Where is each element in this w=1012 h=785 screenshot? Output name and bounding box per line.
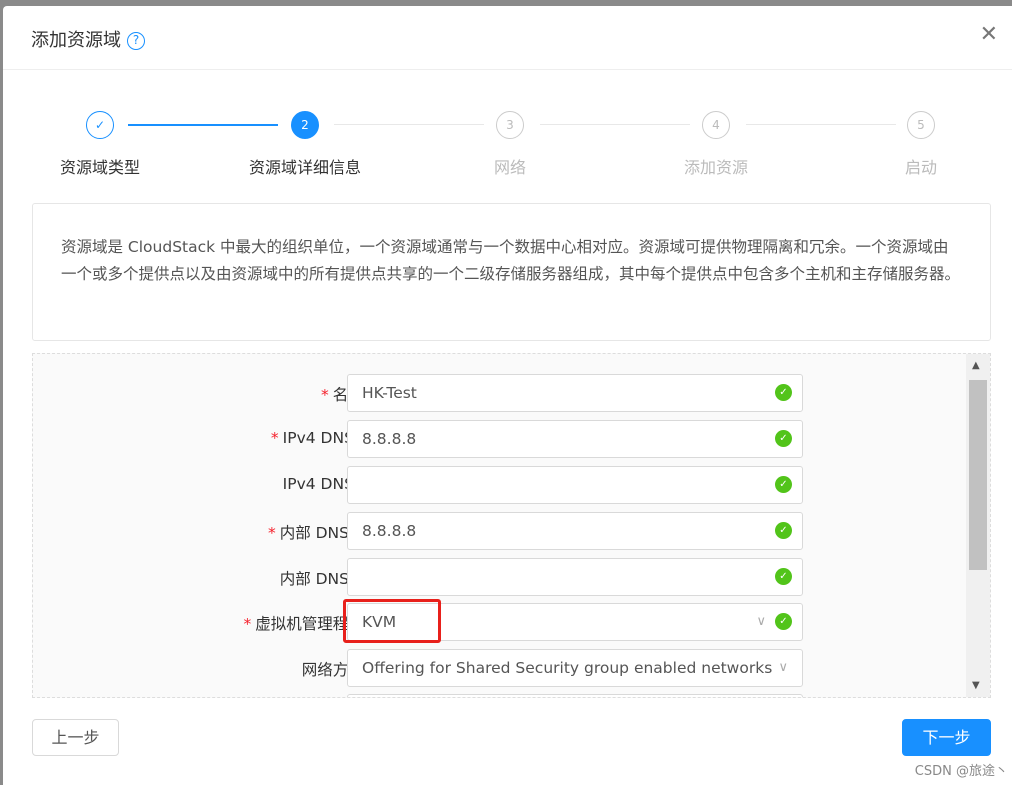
required-mark: * [321, 386, 329, 404]
step-1-label: 资源域类型 [59, 158, 140, 177]
scrollbar-thumb[interactable] [969, 380, 987, 570]
step-5-indicator: 5 [907, 111, 935, 139]
dialog-header: 添加资源域? ✕ [3, 6, 1012, 70]
chevron-down-icon: ∨ [778, 660, 788, 675]
step-connector [128, 124, 278, 126]
zone-details-form: *名称: HK-Test ✓ *IPv4 DNS1: 8.8.8.8 ✓ IPv… [32, 353, 991, 698]
step-3-label: 网络 [493, 158, 526, 177]
step-2-indicator: 2 [291, 111, 319, 139]
step-4-label: 添加资源 [683, 158, 748, 177]
scroll-down-icon[interactable]: ▼ [972, 680, 980, 691]
required-mark: * [270, 429, 279, 447]
add-zone-dialog: 添加资源域? ✕ ✓ 2 3 4 5 资源域类型 资源域详细信息 网络 添加资源… [3, 6, 1012, 785]
step-connector [540, 124, 690, 125]
next-step-button[interactable]: 下一步 [902, 719, 991, 756]
chevron-down-icon: ∨ [756, 614, 766, 629]
step-2-label: 资源域详细信息 [248, 158, 361, 177]
network-offering-value: Offering for Shared Security group enabl… [362, 659, 773, 677]
ipv4-dns1-input[interactable]: 8.8.8.8 [347, 420, 803, 458]
scroll-up-icon[interactable]: ▲ [972, 360, 980, 371]
valid-check-icon: ✓ [775, 384, 792, 401]
prev-step-button[interactable]: 上一步 [32, 719, 119, 756]
dialog-title: 添加资源域? [31, 26, 145, 52]
question-circle-icon[interactable]: ? [127, 32, 145, 50]
step-3-indicator: 3 [496, 111, 524, 139]
form-row-hypervisor: * 虚拟机管理程序: KVM ∨ ✓ [33, 599, 833, 643]
valid-check-icon: ✓ [775, 522, 792, 539]
name-input[interactable]: HK-Test [347, 374, 803, 412]
network-offering-select[interactable]: Offering for Shared Security group enabl… [347, 649, 803, 687]
form-row-next [33, 694, 833, 697]
form-row-name: *名称: HK-Test ✓ [33, 374, 833, 412]
close-icon[interactable]: ✕ [980, 22, 998, 47]
form-row-internal-dns1: * 内部 DNS 1: 8.8.8.8 ✓ [33, 512, 833, 550]
form-row-ipv4-dns1: * IPv4 DNS1: 8.8.8.8 ✓ [33, 420, 833, 458]
valid-check-icon: ✓ [775, 568, 792, 585]
form-row-ipv4-dns2: IPv4 DNS2: ✓ [33, 466, 833, 504]
step-1-check-icon: ✓ [86, 111, 114, 139]
valid-check-icon: ✓ [775, 430, 792, 447]
valid-check-icon: ✓ [775, 613, 792, 630]
ipv4-dns2-input[interactable] [347, 466, 803, 504]
step-connector [746, 124, 896, 125]
required-mark: * [267, 524, 276, 542]
form-row-internal-dns2: 内部 DNS 2: ✓ [33, 558, 833, 596]
watermark: CSDN @旅途丶 [914, 764, 1008, 779]
valid-check-icon: ✓ [775, 476, 792, 493]
zone-description: 资源域是 CloudStack 中最大的组织单位，一个资源域通常与一个数据中心相… [32, 203, 991, 341]
internal-dns1-input[interactable]: 8.8.8.8 [347, 512, 803, 550]
form-row-network-offering: 网络方案: Offering for Shared Security group… [33, 649, 833, 687]
step-5-label: 启动 [904, 158, 937, 177]
step-4-indicator: 4 [702, 111, 730, 139]
highlight-box [343, 599, 441, 643]
step-connector [334, 124, 484, 125]
required-mark: * [243, 615, 252, 633]
internal-dns2-input[interactable] [347, 558, 803, 596]
next-field-input[interactable] [347, 694, 803, 697]
scrollbar[interactable]: ▲ ▼ [966, 354, 990, 697]
